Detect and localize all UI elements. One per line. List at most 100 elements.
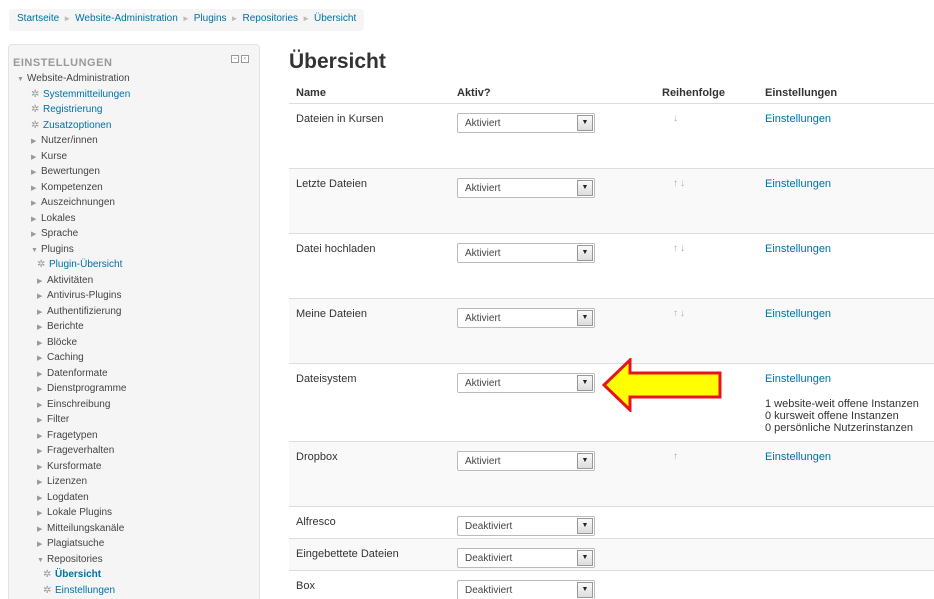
repository-name: Dropbox: [296, 451, 338, 463]
sidebar-item-label: Bewertungen: [41, 166, 100, 177]
sidebar-item[interactable]: ▶ Antivirus-Plugins: [9, 288, 259, 304]
sidebar-item[interactable]: ▶ Frageverhalten: [9, 443, 259, 459]
collapsed-triangle-icon: ▶: [37, 510, 43, 517]
sidebar-item[interactable]: ▶ Berichte: [9, 319, 259, 335]
status-select-value: Aktiviert: [465, 183, 501, 194]
repository-name: Eingebettete Dateien: [296, 548, 399, 560]
collapsed-triangle-icon: ▶: [37, 432, 43, 440]
status-select[interactable]: Deaktiviert ▼: [457, 580, 595, 599]
sidebar-item[interactable]: ▶ Lokales: [9, 211, 259, 227]
sidebar-item[interactable]: ✲ Registrierung: [9, 102, 259, 118]
sidebar-item-label: Antivirus-Plugins: [47, 290, 122, 301]
breadcrumb-separator-icon: ►: [181, 14, 190, 23]
collapse-block-icon[interactable]: −: [231, 55, 239, 63]
collapsed-triangle-icon: ▶: [37, 401, 43, 409]
repositories-table: Name Aktiv? Reihenfolge Einstellungen Da…: [289, 82, 934, 599]
breadcrumb-link-repositories[interactable]: Repositories: [242, 13, 298, 24]
sidebar-item[interactable]: ▶ Kursformate: [9, 459, 259, 475]
dropdown-arrow-icon[interactable]: ▼: [577, 180, 593, 196]
column-header-settings: Einstellungen: [765, 87, 838, 99]
sidebar-item-label: Plugins: [41, 243, 74, 255]
settings-link[interactable]: Einstellungen: [765, 451, 831, 463]
sidebar-item[interactable]: ✲ Zusatzoptionen: [9, 118, 259, 134]
sidebar-item[interactable]: ▶ Sprache: [9, 226, 259, 242]
breadcrumb: Startseite ► Website-Administration ► Plugin…: [9, 9, 365, 31]
dropdown-arrow-icon[interactable]: ▼: [577, 375, 593, 391]
settings-link[interactable]: Einstellungen: [765, 373, 831, 385]
sidebar-item-label: Plagiatsuche: [47, 538, 105, 549]
sidebar-item[interactable]: ▶ Caching: [9, 350, 259, 366]
sidebar-item[interactable]: ▶ Fragetypen: [9, 428, 259, 444]
repository-name: Dateisystem: [296, 373, 357, 385]
sidebar-item[interactable]: ▶ Blöcke: [9, 335, 259, 351]
collapsed-triangle-icon: ▶: [31, 215, 37, 223]
sidebar-item[interactable]: ▶ Authentifizierung: [9, 304, 259, 320]
sidebar-item-label: Frageverhalten: [47, 445, 115, 456]
sidebar-item-label: Datenformate: [47, 367, 108, 379]
sidebar-item[interactable]: ▶ Einschreibung: [9, 397, 259, 413]
sidebar-item[interactable]: ▶ Mitteilungskanäle: [9, 521, 259, 537]
sidebar-item[interactable]: ▶ Filter: [9, 412, 259, 428]
status-select[interactable]: Deaktiviert ▼: [457, 548, 595, 568]
sidebar-item[interactable]: ▶ Lizenzen: [9, 474, 259, 490]
sidebar-item[interactable]: ✲ Systemmitteilungen: [9, 87, 259, 103]
table-row: Datei hochladen Aktiviert ▼ ↑↓ Einstellungen: [289, 234, 934, 299]
sidebar-item[interactable]: ✲ Einstellungen: [9, 583, 259, 599]
sidebar-item[interactable]: ▶ Logdaten: [9, 490, 259, 506]
sidebar-item-label: Übersicht: [55, 569, 102, 580]
settings-link[interactable]: Einstellungen: [765, 113, 831, 125]
order-arrows-icon[interactable]: ↑↓: [673, 243, 687, 254]
dropdown-arrow-icon[interactable]: ▼: [577, 310, 593, 326]
sidebar-item[interactable]: ▼ Website-Administration: [9, 71, 259, 87]
status-select-value: Aktiviert: [465, 248, 501, 259]
status-select-value: Aktiviert: [465, 456, 501, 467]
sidebar-item-label: Website-Administration: [27, 73, 130, 84]
status-select[interactable]: Aktiviert ▼: [457, 373, 595, 393]
sidebar-item[interactable]: ▶ Nutzer/innen: [9, 133, 259, 149]
dropdown-arrow-icon[interactable]: ▼: [577, 550, 593, 566]
dock-block-icon[interactable]: ‹: [241, 55, 249, 63]
sidebar-item[interactable]: ▶ Lokale Plugins: [9, 505, 259, 521]
sidebar-item[interactable]: ▶ Kompetenzen: [9, 180, 259, 196]
breadcrumb-link-home[interactable]: Startseite: [17, 13, 59, 24]
dropdown-arrow-icon[interactable]: ▼: [577, 453, 593, 469]
dropdown-arrow-icon[interactable]: ▼: [577, 115, 593, 131]
sidebar-item[interactable]: ▶ Dienstprogramme: [9, 381, 259, 397]
table-row: Dateien in Kursen Aktiviert ▼ ↓ Einstellunge…: [289, 104, 934, 169]
settings-link[interactable]: Einstellungen: [765, 308, 831, 320]
highlight-arrow-icon: [602, 358, 722, 412]
dropdown-arrow-icon[interactable]: ▼: [577, 582, 593, 598]
status-select[interactable]: Aktiviert ▼: [457, 243, 595, 263]
order-arrows-icon[interactable]: ↑: [673, 451, 680, 462]
sidebar-item[interactable]: ▶ Bewertungen: [9, 164, 259, 180]
sidebar-item[interactable]: ▼ Plugins: [9, 242, 259, 258]
order-arrows-icon[interactable]: ↑↓: [673, 308, 687, 319]
status-select-value: Deaktiviert: [465, 521, 513, 532]
breadcrumb-link-site-admin[interactable]: Website-Administration: [75, 13, 178, 24]
sidebar-item[interactable]: ▼ Repositories: [9, 552, 259, 568]
settings-link[interactable]: Einstellungen: [765, 178, 831, 190]
settings-link[interactable]: Einstellungen: [765, 243, 831, 255]
status-select[interactable]: Aktiviert ▼: [457, 308, 595, 328]
status-select[interactable]: Aktiviert ▼: [457, 178, 595, 198]
sidebar-item[interactable]: ▶ Plagiatsuche: [9, 536, 259, 552]
breadcrumb-link-plugins[interactable]: Plugins: [194, 13, 227, 24]
status-select[interactable]: Aktiviert ▼: [457, 113, 595, 133]
order-arrows-icon[interactable]: ↑↓: [673, 178, 687, 189]
sidebar-item[interactable]: ▶ Datenformate: [9, 366, 259, 382]
sidebar-item-label: Mitteilungskanäle: [47, 522, 125, 534]
collapsed-triangle-icon: ▶: [37, 386, 43, 393]
collapsed-triangle-icon: ▶: [37, 293, 43, 300]
sidebar-item[interactable]: ✲ Übersicht: [9, 567, 259, 583]
order-arrows-icon[interactable]: ↓: [673, 113, 680, 124]
collapsed-triangle-icon: ▶: [31, 184, 37, 192]
sidebar-item[interactable]: ▶ Auszeichnungen: [9, 195, 259, 211]
status-select[interactable]: Deaktiviert ▼: [457, 516, 595, 536]
sidebar-item[interactable]: ▶ Aktivitäten: [9, 273, 259, 289]
sidebar-item[interactable]: ✲ Plugin-Übersicht: [9, 257, 259, 273]
collapsed-triangle-icon: ▶: [37, 355, 43, 362]
dropdown-arrow-icon[interactable]: ▼: [577, 245, 593, 261]
status-select[interactable]: Aktiviert ▼: [457, 451, 595, 471]
dropdown-arrow-icon[interactable]: ▼: [577, 518, 593, 534]
sidebar-item[interactable]: ▶ Kurse: [9, 149, 259, 165]
